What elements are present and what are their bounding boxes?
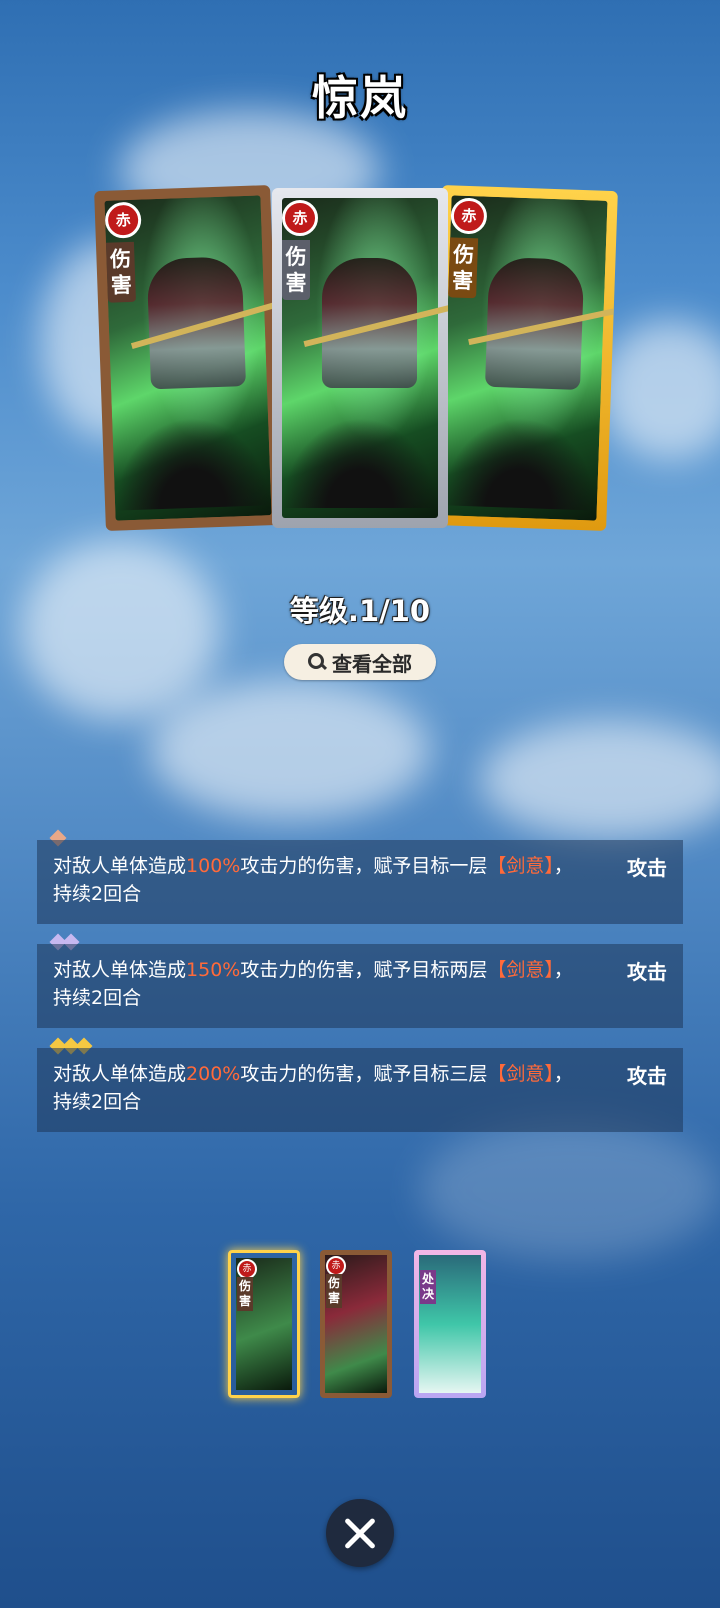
element-badge: 赤 (282, 200, 318, 236)
element-badge: 赤 (237, 1259, 257, 1279)
skill-description: 对敌人单体造成100%攻击力的伤害，赋予目标一层【剑意】，持续2回合 (53, 855, 573, 905)
card-tag: 伤害 (326, 1274, 342, 1308)
skill-row: 对敌人单体造成100%攻击力的伤害，赋予目标一层【剑意】，持续2回合 攻击 (37, 840, 683, 924)
card-tag: 伤害 (237, 1277, 253, 1311)
skill-type: 攻击 (627, 856, 667, 880)
card-silver[interactable]: 赤 伤害 (272, 188, 448, 528)
page-title: 惊岚 (312, 71, 408, 125)
search-icon (308, 653, 326, 671)
deck-card[interactable]: 处决 (414, 1250, 486, 1398)
cloud (150, 680, 430, 820)
skill-row: 对敌人单体造成200%攻击力的伤害，赋予目标三层【剑意】，持续2回合 攻击 (37, 1048, 683, 1132)
view-all-button[interactable]: 查看全部 (284, 644, 436, 680)
element-badge: 赤 (326, 1256, 346, 1276)
card-tag: 伤害 (448, 237, 479, 299)
skill-row: 对敌人单体造成150%攻击力的伤害，赋予目标两层【剑意】，持续2回合 攻击 (37, 944, 683, 1028)
card-tag: 伤害 (282, 240, 310, 300)
deck-card[interactable]: 赤 伤害 (320, 1250, 392, 1398)
cloud (20, 540, 220, 720)
card-tag: 处决 (420, 1270, 436, 1304)
level-label: 等级.1/10 (289, 594, 431, 628)
skill-description: 对敌人单体造成200%攻击力的伤害，赋予目标三层【剑意】，持续2回合 (53, 1063, 573, 1113)
skill-type: 攻击 (627, 1064, 667, 1088)
skill-description: 对敌人单体造成150%攻击力的伤害，赋予目标两层【剑意】，持续2回合 (53, 959, 573, 1009)
card-bronze[interactable]: 赤 伤害 (94, 185, 282, 531)
close-button[interactable] (326, 1499, 394, 1567)
cloud (420, 1120, 720, 1260)
card-gold[interactable]: 赤 伤害 (430, 185, 618, 531)
skill-type: 攻击 (627, 960, 667, 984)
view-all-label: 查看全部 (332, 651, 412, 676)
cloud (600, 320, 720, 460)
card-tag: 伤害 (105, 241, 137, 303)
deck-card-selected[interactable]: 赤 伤害 (228, 1250, 300, 1398)
cloud (480, 720, 720, 840)
